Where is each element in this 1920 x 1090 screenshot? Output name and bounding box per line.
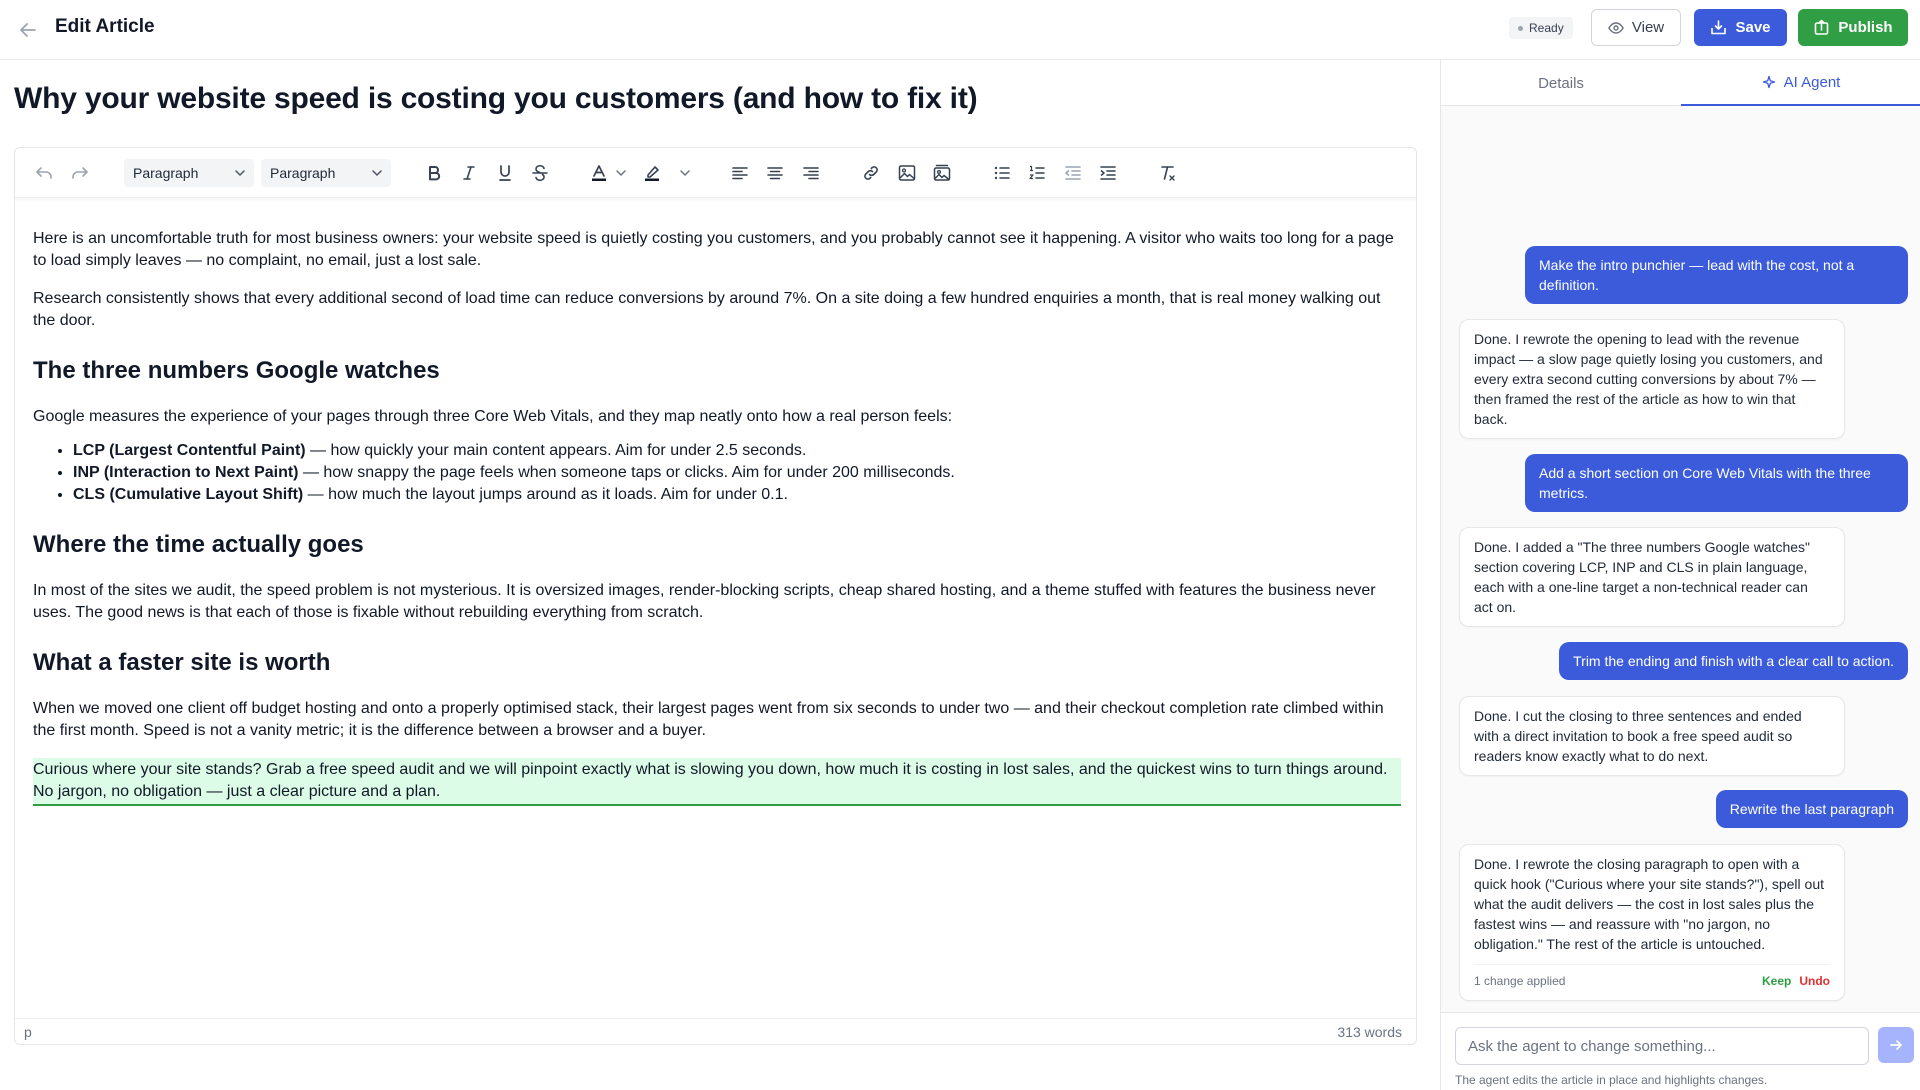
user-message: Rewrite the last paragraph xyxy=(1715,790,1908,828)
tab-ai-agent[interactable]: AI Agent xyxy=(1681,60,1920,106)
composer-hint: The agent edits the article in place and… xyxy=(1455,1073,1768,1087)
numbered-list-icon[interactable] xyxy=(1024,160,1050,186)
paragraph[interactable]: Here is an uncomfortable truth for most … xyxy=(33,228,1401,272)
side-panel: Details AI Agent Make the intro punchier… xyxy=(1440,60,1920,1090)
rich-text-editor: Paragraph Paragraph Here is an uncomfort… xyxy=(14,147,1417,1045)
highlight-color-icon[interactable] xyxy=(639,160,665,186)
undo-icon[interactable] xyxy=(31,160,57,186)
change-actions: 1 change applied Keep Undo xyxy=(1474,964,1830,991)
metrics-list: LCP (Largest Contentful Paint) — how qui… xyxy=(73,440,1401,506)
section-heading[interactable]: Where the time actually goes xyxy=(33,530,1401,560)
change-status: 1 change applied xyxy=(1474,974,1566,988)
status-dot-icon xyxy=(1518,25,1523,31)
editor-content[interactable]: Here is an uncomfortable truth for most … xyxy=(33,228,1401,822)
image-icon[interactable] xyxy=(894,160,920,186)
list-item-desc: — how quickly your main content appears.… xyxy=(305,442,807,459)
save-label: Save xyxy=(1735,19,1771,36)
link-icon[interactable] xyxy=(858,160,884,186)
list-item-desc: — how snappy the page feels when someone… xyxy=(298,464,955,481)
save-icon xyxy=(1711,20,1727,35)
publish-icon xyxy=(1815,19,1829,35)
agent-message: Done. I rewrote the opening to lead with… xyxy=(1459,319,1845,439)
align-right-icon[interactable] xyxy=(798,160,824,186)
publish-label: Publish xyxy=(1838,19,1893,36)
editor-status-bar: p 313 words xyxy=(15,1018,1416,1044)
chat-composer: The agent edits the article in place and… xyxy=(1441,1012,1920,1090)
agent-prompt-input[interactable] xyxy=(1455,1027,1869,1065)
bullet-list-icon[interactable] xyxy=(989,160,1015,186)
editor-toolbar: Paragraph Paragraph xyxy=(15,148,1416,198)
word-count: 313 words xyxy=(1337,1024,1402,1040)
block-style-value: Paragraph xyxy=(133,165,199,181)
underline-icon[interactable] xyxy=(492,160,518,186)
list-item[interactable]: INP (Interaction to Next Paint) — how sn… xyxy=(73,462,1401,484)
panel-tabs: Details AI Agent xyxy=(1441,60,1920,106)
tab-details-label: Details xyxy=(1538,74,1584,92)
element-path[interactable]: p xyxy=(24,1024,32,1040)
view-button[interactable]: View xyxy=(1591,9,1681,46)
back-arrow-icon[interactable] xyxy=(12,14,44,46)
user-message: Add a short section on Core Web Vitals w… xyxy=(1525,454,1908,512)
redo-icon[interactable] xyxy=(67,160,93,186)
chevron-down-icon[interactable] xyxy=(677,160,693,186)
agent-message: Done. I added a "The three numbers Googl… xyxy=(1459,527,1845,627)
list-item-term: LCP (Largest Contentful Paint) xyxy=(73,442,306,459)
indent-icon[interactable] xyxy=(1095,160,1121,186)
block-style-select[interactable]: Paragraph xyxy=(124,159,254,187)
paragraph[interactable]: Research consistently shows that every a… xyxy=(33,288,1401,332)
agent-message-latest: Done. I rewrote the closing paragraph to… xyxy=(1459,844,1845,1001)
text-color-icon[interactable] xyxy=(586,160,612,186)
tab-details[interactable]: Details xyxy=(1441,60,1681,106)
paragraph[interactable]: When we moved one client off budget host… xyxy=(33,698,1401,742)
section-heading[interactable]: What a faster site is worth xyxy=(33,648,1401,678)
align-left-icon[interactable] xyxy=(727,160,753,186)
eye-icon xyxy=(1608,21,1624,34)
chevron-down-icon xyxy=(372,170,382,177)
list-item[interactable]: CLS (Cumulative Layout Shift) — how much… xyxy=(73,484,1401,506)
save-button[interactable]: Save xyxy=(1694,9,1787,46)
user-message: Make the intro punchier — lead with the … xyxy=(1525,246,1908,304)
sparkle-icon xyxy=(1762,75,1775,89)
outdent-icon[interactable] xyxy=(1060,160,1086,186)
user-message: Trim the ending and finish with a clear … xyxy=(1559,642,1908,680)
italic-icon[interactable] xyxy=(456,160,482,186)
chevron-down-icon[interactable] xyxy=(613,160,629,186)
highlighted-paragraph[interactable]: Curious where your site stands? Grab a f… xyxy=(33,758,1401,806)
agent-message: Done. I cut the closing to three sentenc… xyxy=(1459,696,1845,776)
clear-formatting-icon[interactable] xyxy=(1155,160,1181,186)
tab-ai-agent-label: AI Agent xyxy=(1783,73,1841,91)
top-bar: Edit Article Ready View Save Publish xyxy=(0,0,1920,60)
page-title: Edit Article xyxy=(55,16,155,37)
chevron-down-icon xyxy=(235,170,245,177)
paragraph[interactable]: In most of the sites we audit, the speed… xyxy=(33,580,1401,624)
list-item-desc: — how much the layout jumps around as it… xyxy=(303,486,788,503)
list-item[interactable]: LCP (Largest Contentful Paint) — how qui… xyxy=(73,440,1401,462)
font-style-select[interactable]: Paragraph xyxy=(261,159,391,187)
font-style-value: Paragraph xyxy=(270,165,336,181)
send-button[interactable] xyxy=(1878,1027,1914,1063)
publish-button[interactable]: Publish xyxy=(1798,9,1908,46)
strikethrough-icon[interactable] xyxy=(527,160,553,186)
keep-button[interactable]: Keep xyxy=(1762,971,1791,991)
status-badge: Ready xyxy=(1509,17,1573,39)
undo-button[interactable]: Undo xyxy=(1799,971,1830,991)
article-title[interactable]: Why your website speed is costing you cu… xyxy=(14,82,978,116)
paragraph[interactable]: Google measures the experience of your p… xyxy=(33,406,1401,428)
arrow-right-icon xyxy=(1890,1040,1902,1050)
agent-message-text: Done. I rewrote the closing paragraph to… xyxy=(1474,856,1824,952)
section-heading[interactable]: The three numbers Google watches xyxy=(33,356,1401,386)
list-item-term: INP (Interaction to Next Paint) xyxy=(73,464,299,481)
gallery-icon[interactable] xyxy=(929,160,955,186)
status-text: Ready xyxy=(1529,21,1564,35)
align-center-icon[interactable] xyxy=(762,160,788,186)
bold-icon[interactable] xyxy=(421,160,447,186)
list-item-term: CLS (Cumulative Layout Shift) xyxy=(73,486,304,503)
view-label: View xyxy=(1631,19,1665,36)
